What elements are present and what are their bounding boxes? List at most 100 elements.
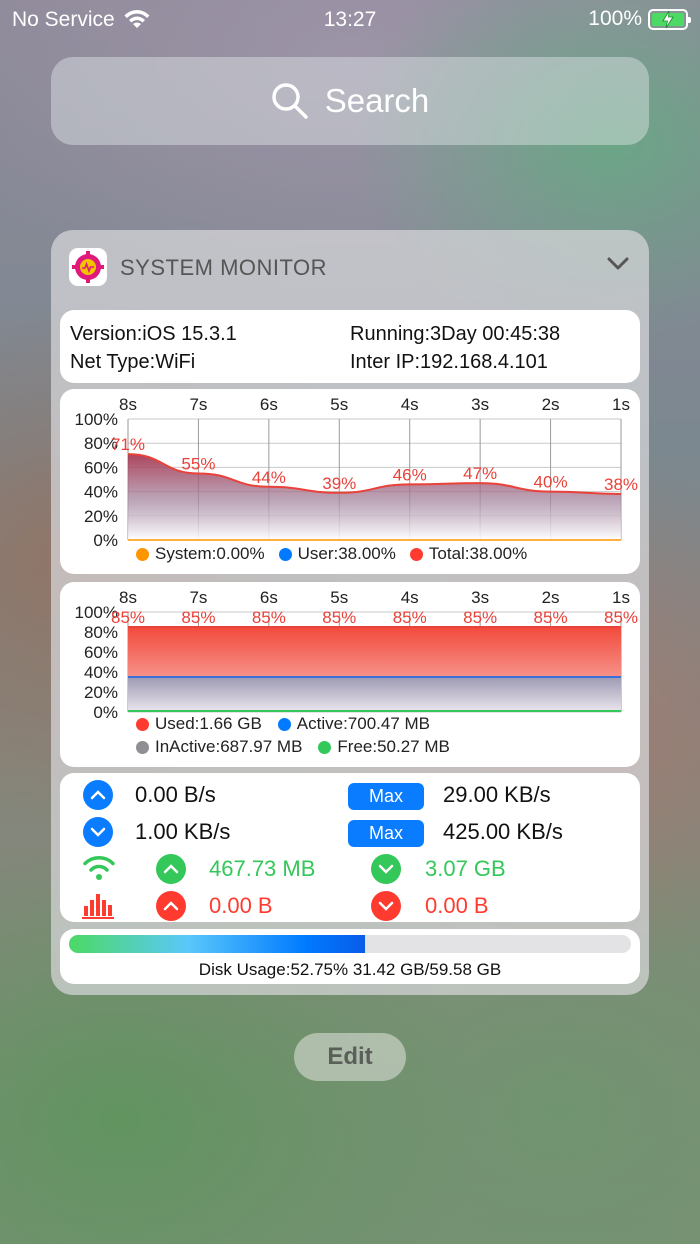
cpu-data-label: 47% — [463, 464, 497, 483]
wifi-usage-row: 467.73 MB 3.07 GB — [60, 851, 640, 887]
upload-arrow-icon — [83, 780, 113, 810]
system-monitor-widget: SYSTEM MONITOR Version:iOS 15.3.1 Runnin… — [51, 230, 649, 995]
wifi-down-value: 3.07 GB — [425, 856, 506, 881]
battery-percent: 100% — [588, 7, 642, 30]
upload-row: 0.00 B/s Max 29.00 KB/s — [60, 777, 640, 813]
legend-dot-free — [318, 740, 332, 754]
upload-max-value: 29.00 KB/s — [443, 782, 551, 807]
disk-card: Disk Usage:52.75% 31.42 GB/59.58 GB — [60, 929, 640, 984]
legend-dot-total — [409, 547, 423, 561]
y-tick-label: 40% — [84, 663, 118, 682]
legend-free: Free:50.27 MB — [337, 737, 450, 756]
battery-status: 100% — [588, 7, 691, 31]
cell-down-value: 0.00 B — [425, 893, 489, 918]
charging-bolt-icon — [662, 10, 674, 28]
y-tick-label: 40% — [84, 483, 118, 502]
wifi-up-value: 467.73 MB — [209, 856, 316, 881]
active-area — [128, 677, 621, 712]
memory-data-label: 85% — [252, 608, 286, 627]
y-tick-label: 20% — [84, 507, 118, 526]
cpu-data-label: 55% — [181, 454, 215, 473]
cpu-data-label: 44% — [252, 468, 286, 487]
x-tick-label: 7s — [189, 588, 207, 607]
x-tick-label: 4s — [401, 588, 419, 607]
legend-dot-system — [136, 547, 149, 561]
disk-usage-text: Disk Usage:52.75% 31.42 GB/59.58 GB — [198, 960, 502, 979]
inter-ip-text: Inter IP:192.168.4.101 — [350, 351, 548, 373]
search-icon — [271, 83, 308, 119]
status-bar: No Service 13:27 100% — [0, 0, 700, 40]
x-tick-label: 5s — [330, 395, 348, 414]
memory-legend-row1: Used:1.66 GB Active:700.47 MB — [136, 714, 430, 734]
y-tick-label: 0% — [93, 703, 118, 722]
cpu-data-label: 46% — [393, 465, 427, 484]
cpu-data-label: 38% — [604, 475, 638, 494]
x-tick-label: 1s — [612, 395, 630, 414]
upload-speed: 0.00 B/s — [135, 782, 216, 807]
x-tick-label: 6s — [260, 395, 278, 414]
cell-down-icon — [371, 891, 401, 921]
x-tick-label: 8s — [119, 588, 137, 607]
gear-icon — [72, 251, 104, 283]
cpu-chart-card: 100% 80% 60% 40% 20% 0% 8s 7s 6s 5s 4s 3s 2s 1s 71% 55%… — [60, 389, 640, 574]
y-tick-label: 60% — [84, 458, 118, 477]
memory-data-label: 85% — [322, 608, 356, 627]
memory-data-label: 85% — [393, 608, 427, 627]
y-tick-label: 100% — [75, 410, 118, 429]
legend-user: User:38.00% — [297, 544, 396, 563]
download-max-badge: Max — [348, 820, 424, 847]
disk-usage-fill — [69, 935, 366, 953]
download-row: 1.00 KB/s Max 425.00 KB/s — [60, 814, 640, 850]
download-max-value: 425.00 KB/s — [443, 819, 563, 844]
device-info-card: Version:iOS 15.3.1 Running:3Day 00:45:38… — [60, 310, 640, 383]
chevron-down-icon[interactable] — [607, 257, 629, 271]
y-tick-label: 20% — [84, 683, 118, 702]
widget-title: SYSTEM MONITOR — [120, 255, 328, 280]
memory-data-label: 85% — [181, 608, 215, 627]
memory-data-label: 85% — [111, 608, 145, 627]
legend-used: Used:1.66 GB — [155, 714, 262, 733]
cpu-legend: System:0.00% User:38.00% Total:38.00% — [136, 544, 527, 564]
upload-max-badge: Max — [348, 783, 424, 810]
net-type-text: Net Type:WiFi — [70, 351, 196, 373]
memory-data-label: 85% — [534, 608, 568, 627]
x-tick-label: 8s — [119, 395, 137, 414]
x-tick-label: 5s — [330, 588, 348, 607]
wifi-icon — [83, 856, 115, 880]
cellular-usage-row: 0.00 B 0.00 B — [60, 888, 640, 924]
legend-system: System:0.00% — [155, 544, 265, 563]
search-placeholder: Search — [324, 82, 430, 119]
legend-total: Total:38.00% — [428, 544, 528, 563]
x-tick-label: 6s — [260, 588, 278, 607]
cpu-data-label: 71% — [111, 435, 145, 454]
legend-dot-inactive — [136, 740, 149, 754]
y-tick-label: 0% — [93, 531, 118, 550]
cellular-bars-icon — [82, 894, 114, 919]
cpu-data-label: 40% — [534, 473, 568, 492]
disk-usage-bar — [69, 935, 631, 953]
x-tick-label: 4s — [401, 395, 419, 414]
y-tick-label: 60% — [84, 643, 118, 662]
x-tick-label: 1s — [612, 588, 630, 607]
widget-header[interactable]: SYSTEM MONITOR — [51, 230, 649, 305]
download-speed: 1.00 KB/s — [135, 819, 231, 844]
legend-inactive: InActive:687.97 MB — [155, 737, 303, 756]
memory-data-label: 85% — [604, 608, 638, 627]
download-arrow-icon — [83, 817, 113, 847]
cpu-data-label: 39% — [322, 474, 356, 493]
edit-button[interactable]: Edit — [294, 1033, 406, 1081]
wifi-down-icon — [371, 854, 401, 884]
x-tick-label: 2s — [542, 588, 560, 607]
battery-icon — [648, 8, 691, 30]
legend-dot-user — [278, 547, 292, 561]
legend-dot-used — [136, 717, 149, 731]
search-field[interactable]: Search — [51, 57, 649, 145]
legend-active: Active:700.47 MB — [296, 714, 431, 733]
memory-chart-card: 100% 80% 60% 40% 20% 0% 8s 7s 6s 5s 4s 3s 2s 1s 85% 85%… — [60, 582, 640, 767]
memory-data-label: 85% — [463, 608, 497, 627]
x-tick-label: 7s — [189, 395, 207, 414]
app-icon — [69, 248, 107, 286]
legend-dot-active — [277, 717, 291, 731]
running-text: Running:3Day 00:45:38 — [350, 323, 561, 345]
wifi-up-icon — [156, 854, 186, 884]
